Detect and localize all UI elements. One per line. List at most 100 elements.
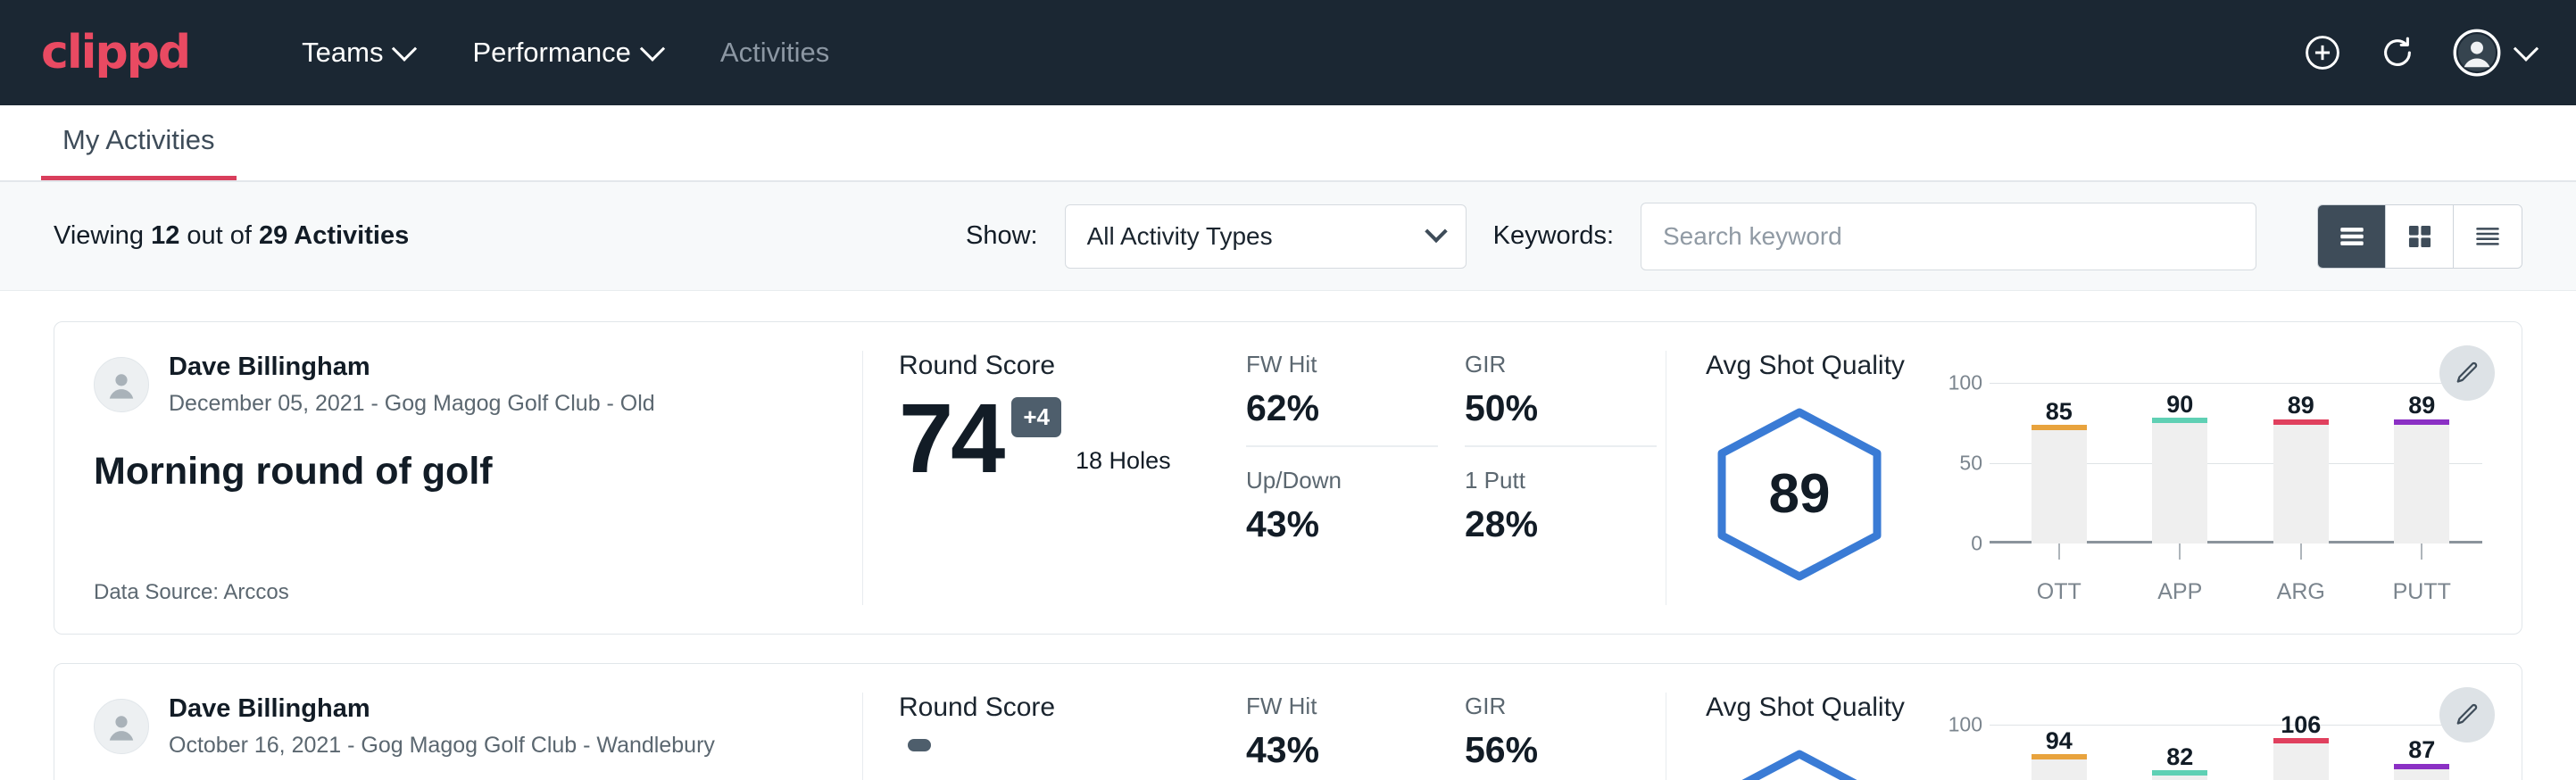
bar-value-arg: 106 — [2281, 711, 2321, 739]
avatar — [94, 357, 149, 412]
stat-fw-hit: FW Hit 62% — [1246, 351, 1438, 447]
avg-shot-quality-body: 89 100 50 0 — [1706, 383, 2482, 605]
activity-card[interactable]: Dave Billingham December 05, 2021 - Gog … — [54, 321, 2522, 635]
activity-user-name: Dave Billingham — [169, 351, 655, 385]
bar-value-ott: 94 — [2046, 727, 2073, 755]
nav-item-performance[interactable]: Performance — [449, 22, 684, 83]
chart-plot-area: 100 50 0 85 — [1934, 383, 2482, 544]
tick-putt — [2421, 544, 2422, 560]
main-nav-items: Teams Performance Activities — [278, 22, 852, 83]
stat-up-down: Up/Down 43% — [1246, 467, 1438, 561]
viewing-prefix: Viewing — [54, 221, 151, 250]
bar-column-app: 90 — [2120, 383, 2241, 544]
activity-data-source: Data Source: Arccos — [94, 550, 823, 605]
pencil-icon — [2454, 360, 2480, 386]
activity-user-text: Dave Billingham December 05, 2021 - Gog … — [169, 351, 655, 419]
bar-app — [2152, 423, 2207, 544]
activity-info-column: Dave Billingham December 05, 2021 - Gog … — [54, 351, 862, 605]
viewing-middle: out of — [179, 221, 259, 250]
bar-ott — [2032, 759, 2087, 780]
view-mode-compact-button[interactable] — [2454, 205, 2522, 268]
bar-value-arg: 89 — [2288, 392, 2314, 419]
chevron-down-icon — [1425, 220, 1447, 242]
stat-one-putt-value: 28% — [1465, 503, 1657, 545]
chart-bars-plot: 94 82 — [1998, 725, 2482, 780]
nav-item-performance-label: Performance — [472, 37, 630, 69]
round-score-column: Round Score 74 +4 18 Holes — [862, 351, 1246, 605]
round-score-label: Round Score — [899, 351, 1210, 381]
keywords-label: Keywords: — [1493, 221, 1614, 251]
shot-quality-chart: 100 50 0 85 — [1911, 383, 2482, 605]
quality-hexagon: 89 — [1706, 405, 1893, 584]
bar-value-ott: 85 — [2046, 398, 2073, 426]
stat-gir-label: GIR — [1465, 351, 1657, 378]
activity-meta: October 16, 2021 - Gog Magog Golf Club -… — [169, 730, 715, 761]
brand-logo[interactable]: clippd — [41, 29, 189, 76]
bar-cap-app — [2152, 770, 2207, 776]
bar-value-putt: 87 — [2408, 736, 2435, 764]
avg-shot-quality-body: 100 50 0 94 — [1706, 725, 2482, 780]
stats-column: FW Hit 62% GIR 50% Up/Down 43% 1 Putt 28… — [1246, 351, 1666, 605]
viewing-count-text: Viewing 12 out of 29 Activities — [54, 221, 409, 251]
activity-type-selected-value: All Activity Types — [1087, 222, 1273, 251]
y-tick-50: 50 — [1959, 452, 1982, 476]
activity-card[interactable]: Dave Billingham October 16, 2021 - Gog M… — [54, 663, 2522, 780]
view-mode-list-button[interactable] — [2318, 205, 2386, 268]
avatar-icon — [2453, 29, 2501, 77]
edit-activity-button[interactable] — [2439, 687, 2495, 743]
bar-value-putt: 89 — [2408, 392, 2435, 419]
tab-my-activities[interactable]: My Activities — [41, 124, 237, 180]
x-label-putt: PUTT — [2362, 579, 2483, 605]
bar-column-ott: 94 — [1998, 725, 2120, 780]
stat-fw-hit-value: 43% — [1246, 729, 1438, 771]
chevron-down-icon — [640, 37, 665, 62]
pencil-icon — [2454, 701, 2480, 728]
search-input[interactable] — [1641, 203, 2256, 270]
quality-score-value: 89 — [1706, 405, 1893, 584]
avg-shot-quality-label: Avg Shot Quality — [1706, 351, 2482, 381]
filter-controls: Show: All Activity Types Keywords: — [966, 203, 2522, 270]
bar-cap-arg — [2273, 738, 2329, 743]
plus-circle-icon[interactable] — [2303, 33, 2342, 72]
stat-up-down-value: 43% — [1246, 503, 1438, 545]
tick-ott — [2058, 544, 2060, 560]
x-label-app: APP — [2120, 579, 2241, 605]
activity-user-row: Dave Billingham December 05, 2021 - Gog … — [94, 351, 823, 419]
avatar-icon — [102, 707, 141, 746]
nav-item-teams-label: Teams — [302, 37, 383, 69]
bar-column-app: 82 — [2120, 725, 2241, 780]
bar-cap-putt — [2394, 419, 2449, 425]
bar-cap-arg — [2273, 419, 2329, 425]
chart-bars-plot: 85 90 — [1998, 383, 2482, 544]
round-score-value: 74 — [899, 394, 1002, 484]
bar-arg — [2273, 743, 2329, 780]
round-score-column: Round Score — [862, 693, 1246, 780]
chevron-down-icon — [392, 37, 417, 62]
activity-meta: December 05, 2021 - Gog Magog Golf Club … — [169, 388, 655, 419]
bar-value-app: 82 — [2166, 743, 2193, 771]
bar-column-putt: 89 — [2362, 383, 2483, 544]
avg-shot-quality-label: Avg Shot Quality — [1706, 693, 2482, 723]
bar-putt — [2394, 425, 2449, 544]
nav-item-teams[interactable]: Teams — [278, 22, 436, 83]
activity-title: Morning round of golf — [94, 450, 823, 494]
x-label-arg: ARG — [2240, 579, 2362, 605]
stats-grid: FW Hit 62% GIR 50% Up/Down 43% 1 Putt 28… — [1246, 351, 1657, 561]
edit-activity-button[interactable] — [2439, 345, 2495, 401]
view-mode-grid-button[interactable] — [2386, 205, 2454, 268]
chevron-down-icon — [2514, 37, 2539, 62]
quality-score-value — [1706, 747, 1893, 780]
view-mode-toggle-group — [2317, 204, 2522, 269]
grid-view-icon — [2405, 221, 2435, 252]
stat-fw-hit-label: FW Hit — [1246, 351, 1438, 378]
bar-ott — [2032, 430, 2087, 544]
bar-app — [2152, 776, 2207, 780]
stat-fw-hit: FW Hit 43% — [1246, 693, 1438, 780]
tick-app — [2179, 544, 2181, 560]
nav-item-activities[interactable]: Activities — [697, 22, 852, 83]
refresh-icon[interactable] — [2378, 33, 2417, 72]
user-menu[interactable] — [2453, 29, 2535, 77]
chart-bars: 94 82 — [1998, 725, 2482, 780]
round-score-row: 74 +4 18 Holes — [899, 394, 1210, 484]
activity-type-select[interactable]: All Activity Types — [1065, 204, 1467, 269]
